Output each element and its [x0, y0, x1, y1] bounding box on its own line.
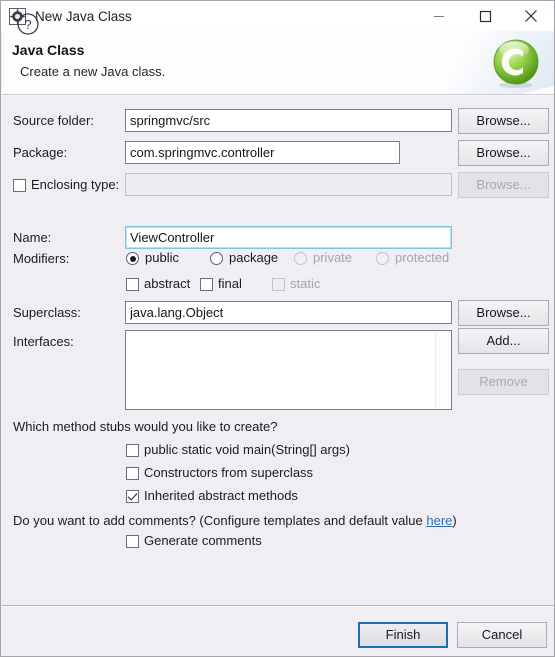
modifier-label-protected: protected: [395, 250, 450, 265]
superclass-label: Superclass:: [13, 305, 81, 320]
name-label: Name:: [13, 230, 52, 245]
modifier-label-final: final: [218, 276, 242, 291]
title-bar: New Java Class: [1, 1, 554, 31]
modifier-radio-public[interactable]: [126, 252, 139, 265]
modifier-label-static: static: [290, 276, 321, 291]
generate-comments-label: Generate comments: [144, 533, 262, 548]
enclosing-type-checkbox[interactable]: [13, 179, 26, 192]
finish-button[interactable]: Finish: [358, 622, 448, 648]
interfaces-remove-button[interactable]: Remove: [458, 369, 549, 395]
close-icon[interactable]: [508, 1, 554, 31]
superclass-input[interactable]: [125, 301, 452, 324]
page-title: Java Class: [12, 42, 85, 58]
stub-label-main-method: public static void main(String[] args): [144, 442, 350, 457]
svg-text:?: ?: [24, 17, 31, 32]
window-title: New Java Class: [35, 8, 132, 24]
comments-question-prefix: Do you want to add comments? (Configure …: [13, 513, 427, 528]
page-description: Create a new Java class.: [20, 64, 166, 79]
modifier-label-private: private: [313, 250, 353, 265]
stub-checkbox-main-method[interactable]: [126, 444, 139, 457]
wizard-header: Java Class Create a new Java class.: [2, 31, 554, 94]
modifier-radio-protected[interactable]: [376, 252, 389, 265]
package-input[interactable]: [125, 141, 400, 164]
help-icon[interactable]: ?: [16, 12, 40, 36]
enclosing-type-label: Enclosing type:: [31, 177, 120, 192]
package-browse-button[interactable]: Browse...: [458, 140, 549, 166]
dialog-body: Source folder: Browse... Package: Browse…: [2, 96, 554, 605]
modifier-radio-private[interactable]: [294, 252, 307, 265]
modifier-label-public: public: [145, 250, 179, 265]
modifier-checkbox-abstract[interactable]: [126, 278, 139, 291]
comments-question-suffix: ): [452, 513, 457, 528]
interfaces-label: Interfaces:: [13, 334, 74, 349]
method-stubs-question: Which method stubs would you like to cre…: [13, 419, 278, 434]
name-input[interactable]: [125, 226, 452, 249]
modifier-radio-package[interactable]: [210, 252, 223, 265]
minimize-icon[interactable]: [416, 1, 462, 31]
generate-comments-checkbox[interactable]: [126, 535, 139, 548]
cancel-button[interactable]: Cancel: [457, 622, 547, 648]
enclosing-type-browse-button[interactable]: Browse...: [458, 172, 549, 198]
modifier-checkbox-final[interactable]: [200, 278, 213, 291]
package-label: Package:: [13, 145, 68, 160]
modifier-checkbox-static[interactable]: [272, 278, 285, 291]
interfaces-add-button[interactable]: Add...: [458, 328, 549, 354]
stub-label-constructors: Constructors from superclass: [144, 465, 314, 480]
modifier-label-package: package: [229, 250, 279, 265]
source-folder-label: Source folder:: [13, 113, 94, 128]
modifier-label-abstract: abstract: [144, 276, 191, 291]
source-folder-browse-button[interactable]: Browse...: [458, 108, 549, 134]
green-c-wizard-icon: [490, 37, 542, 89]
interfaces-list[interactable]: [125, 330, 452, 410]
modifiers-label: Modifiers:: [13, 251, 70, 266]
stub-checkbox-constructors[interactable]: [126, 467, 139, 480]
interfaces-list-scrollbar[interactable]: [435, 332, 450, 408]
enclosing-type-input[interactable]: [125, 173, 452, 196]
maximize-icon[interactable]: [462, 1, 508, 31]
superclass-browse-button[interactable]: Browse...: [458, 300, 549, 326]
new-java-class-dialog: New Java Class Java Class Create a new J…: [0, 0, 555, 657]
source-folder-input[interactable]: [125, 109, 452, 132]
configure-templates-link[interactable]: here: [426, 513, 452, 528]
window-controls: [416, 1, 554, 31]
stub-checkbox-inherited-abstract[interactable]: [126, 490, 139, 503]
stub-label-inherited-abstract: Inherited abstract methods: [144, 488, 298, 503]
comments-question: Do you want to add comments? (Configure …: [13, 513, 457, 528]
